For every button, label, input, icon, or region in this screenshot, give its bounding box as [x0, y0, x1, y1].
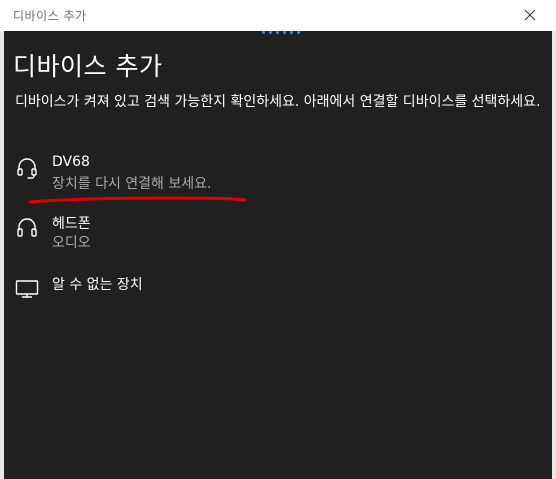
window-title: 디바이스 추가 [13, 9, 87, 23]
device-item-headphones[interactable]: 헤드폰 오디오 [15, 213, 535, 257]
headset-icon [15, 156, 39, 180]
device-name: DV68 [52, 154, 90, 170]
device-item-dv68[interactable]: DV68 장치를 다시 연결해 보세요. [15, 154, 535, 198]
device-item-unknown[interactable]: 알 수 없는 장치 [15, 274, 535, 318]
headphones-icon [15, 215, 39, 239]
dialog-panel: 디바이스 추가 디바이스가 켜져 있고 검색 가능한지 확인하세요. 아래에서 … [4, 31, 552, 479]
device-status: 오디오 [52, 235, 91, 251]
add-device-window: 디바이스 추가 디바이스 추가 디바이스가 켜져 있고 검색 가능한지 확인하세… [0, 0, 556, 479]
dialog-description: 디바이스가 켜져 있고 검색 가능한지 확인하세요. 아래에서 연결할 디바이스… [15, 94, 541, 110]
title-bar: 디바이스 추가 [0, 0, 556, 32]
window-right-edge [552, 31, 556, 479]
device-status: 장치를 다시 연결해 보세요. [52, 176, 212, 192]
device-name: 헤드폰 [52, 216, 91, 232]
close-icon[interactable] [522, 7, 538, 23]
dialog-heading: 디바이스 추가 [13, 52, 163, 81]
monitor-icon [15, 276, 39, 300]
searching-progress-indicator [262, 31, 300, 37]
device-name: 알 수 없는 장치 [52, 277, 143, 293]
